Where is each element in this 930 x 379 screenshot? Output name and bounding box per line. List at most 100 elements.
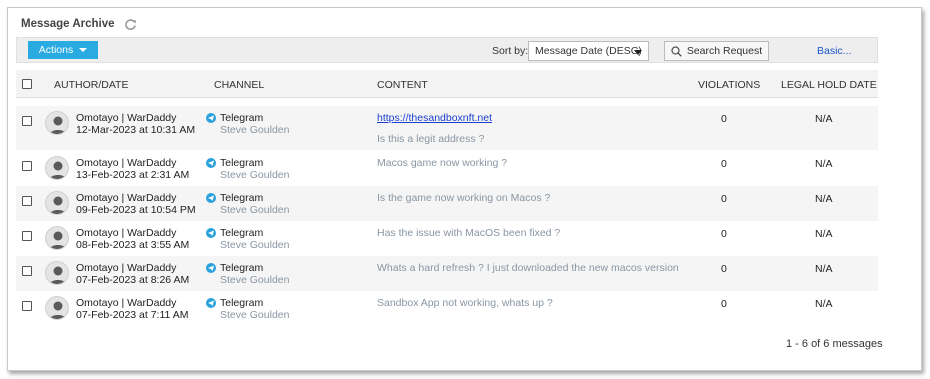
content-cell: https://thesandboxnft.net Is this a legi…: [377, 112, 492, 145]
search-request-label: Search Request: [686, 45, 763, 57]
refresh-icon[interactable]: [124, 18, 137, 31]
author-date-cell: Omotayo | WarDaddy 07-Feb-2023 at 8:26 A…: [76, 262, 189, 286]
channel-cell: Telegram Steve Goulden: [220, 112, 289, 136]
actions-label: Actions: [38, 44, 74, 56]
column-header-content[interactable]: CONTENT: [377, 79, 428, 91]
column-header-author-date[interactable]: AUTHOR/DATE: [54, 79, 128, 91]
author-date-cell: Omotayo | WarDaddy 08-Feb-2023 at 3:55 A…: [76, 227, 189, 251]
channel-cell: Telegram Steve Goulden: [220, 227, 289, 251]
column-header-channel[interactable]: CHANNEL: [214, 79, 264, 91]
message-date: 08-Feb-2023 at 3:55 AM: [76, 239, 190, 251]
content-cell: Whats a hard refresh ? I just downloaded…: [377, 262, 679, 274]
author-name: Omotayo | WarDaddy: [76, 297, 177, 309]
channel-name: Telegram: [220, 262, 264, 274]
telegram-icon: [206, 158, 216, 168]
toolbar: Actions Sort by: Message Date (DESC) Sea…: [16, 37, 878, 63]
content-cell: Has the issue with MacOS been fixed ?: [377, 227, 560, 239]
content-cell: Sandbox App not working, whats up ?: [377, 297, 553, 309]
search-icon: [671, 45, 682, 57]
content-text: Whats a hard refresh ? I just downloaded…: [377, 262, 679, 274]
sort-select[interactable]: Message Date (DESC): [528, 41, 649, 61]
content-text: Has the issue with MacOS been fixed ?: [377, 227, 561, 239]
table-row[interactable]: Omotayo | WarDaddy 07-Feb-2023 at 7:11 A…: [16, 291, 878, 326]
table-header: AUTHOR/DATE CHANNEL CONTENT VIOLATIONS L…: [16, 70, 878, 98]
content-cell: Is the game now working on Macos ?: [377, 192, 550, 204]
violations-value: 0: [721, 193, 727, 205]
channel-sender: Steve Goulden: [220, 239, 290, 251]
select-all-checkbox[interactable]: [22, 79, 32, 89]
title-row: Message Archive: [21, 16, 137, 32]
channel-cell: Telegram Steve Goulden: [220, 192, 289, 216]
search-request-button[interactable]: Search Request: [664, 41, 769, 61]
row-checkbox[interactable]: [22, 196, 32, 206]
author-name: Omotayo | WarDaddy: [76, 112, 177, 124]
basic-search-link[interactable]: Basic...: [817, 45, 851, 57]
author-date-cell: Omotayo | WarDaddy 09-Feb-2023 at 10:54 …: [76, 192, 196, 216]
table-row[interactable]: Omotayo | WarDaddy 07-Feb-2023 at 8:26 A…: [16, 256, 878, 291]
user-avatar-icon: [45, 261, 69, 285]
legal-hold-value: N/A: [815, 158, 833, 170]
content-text: Is this a legit address ?: [377, 133, 485, 145]
content-text: Sandbox App not working, whats up ?: [377, 297, 553, 309]
message-date: 07-Feb-2023 at 8:26 AM: [76, 274, 190, 286]
telegram-icon: [206, 193, 216, 203]
content-text: Is the game now working on Macos ?: [377, 192, 551, 204]
table-row[interactable]: Omotayo | WarDaddy 09-Feb-2023 at 10:54 …: [16, 186, 878, 221]
message-date: 07-Feb-2023 at 7:11 AM: [76, 309, 189, 321]
row-checkbox[interactable]: [22, 301, 32, 311]
violations-value: 0: [721, 298, 727, 310]
channel-sender: Steve Goulden: [220, 309, 290, 321]
author-name: Omotayo | WarDaddy: [76, 227, 177, 239]
user-avatar-icon: [45, 156, 69, 180]
row-checkbox[interactable]: [22, 161, 32, 171]
author-date-cell: Omotayo | WarDaddy 13-Feb-2023 at 2:31 A…: [76, 157, 189, 181]
message-archive-panel: Message Archive Actions Sort by: Message…: [7, 7, 922, 371]
channel-name: Telegram: [220, 157, 264, 169]
author-name: Omotayo | WarDaddy: [76, 192, 177, 204]
pagination-summary: 1 - 6 of 6 messages: [786, 338, 883, 350]
violations-value: 0: [721, 113, 727, 125]
author-date-cell: Omotayo | WarDaddy 07-Feb-2023 at 7:11 A…: [76, 297, 188, 321]
channel-sender: Steve Goulden: [220, 124, 290, 136]
legal-hold-value: N/A: [815, 113, 833, 125]
table-row[interactable]: Omotayo | WarDaddy 12-Mar-2023 at 10:31 …: [16, 106, 878, 150]
content-cell: Macos game now working ?: [377, 157, 507, 169]
violations-value: 0: [721, 158, 727, 170]
user-avatar-icon: [45, 191, 69, 215]
column-header-legal-hold-date[interactable]: LEGAL HOLD DATE: [781, 79, 877, 91]
dropdown-arrow-icon: [634, 50, 642, 55]
author-date-cell: Omotayo | WarDaddy 12-Mar-2023 at 10:31 …: [76, 112, 195, 136]
telegram-icon: [206, 298, 216, 308]
legal-hold-value: N/A: [815, 193, 833, 205]
telegram-icon: [206, 113, 216, 123]
user-avatar-icon: [45, 226, 69, 250]
row-checkbox[interactable]: [22, 266, 32, 276]
legal-hold-value: N/A: [815, 298, 833, 310]
message-date: 12-Mar-2023 at 10:31 AM: [76, 124, 196, 136]
user-avatar-icon: [45, 296, 69, 320]
channel-cell: Telegram Steve Goulden: [220, 297, 289, 321]
content-link[interactable]: https://thesandboxnft.net: [377, 112, 492, 124]
channel-name: Telegram: [220, 192, 264, 204]
channel-cell: Telegram Steve Goulden: [220, 157, 289, 181]
legal-hold-value: N/A: [815, 228, 833, 240]
table-row[interactable]: Omotayo | WarDaddy 08-Feb-2023 at 3:55 A…: [16, 221, 878, 256]
channel-sender: Steve Goulden: [220, 204, 290, 216]
table-row[interactable]: Omotayo | WarDaddy 13-Feb-2023 at 2:31 A…: [16, 151, 878, 186]
page-title: Message Archive: [21, 18, 115, 30]
channel-cell: Telegram Steve Goulden: [220, 262, 289, 286]
author-name: Omotayo | WarDaddy: [76, 157, 177, 169]
sort-value: Message Date (DESC): [535, 45, 642, 57]
legal-hold-value: N/A: [815, 263, 833, 275]
message-date: 09-Feb-2023 at 10:54 PM: [76, 204, 196, 216]
message-date: 13-Feb-2023 at 2:31 AM: [76, 169, 190, 181]
channel-name: Telegram: [220, 297, 264, 309]
row-checkbox[interactable]: [22, 231, 32, 241]
chevron-down-icon: [79, 48, 88, 52]
content-text: Macos game now working ?: [377, 157, 508, 169]
actions-button[interactable]: Actions: [28, 41, 98, 59]
column-header-violations[interactable]: VIOLATIONS: [698, 79, 760, 91]
row-checkbox[interactable]: [22, 116, 32, 126]
user-avatar-icon: [45, 111, 69, 135]
telegram-icon: [206, 263, 216, 273]
